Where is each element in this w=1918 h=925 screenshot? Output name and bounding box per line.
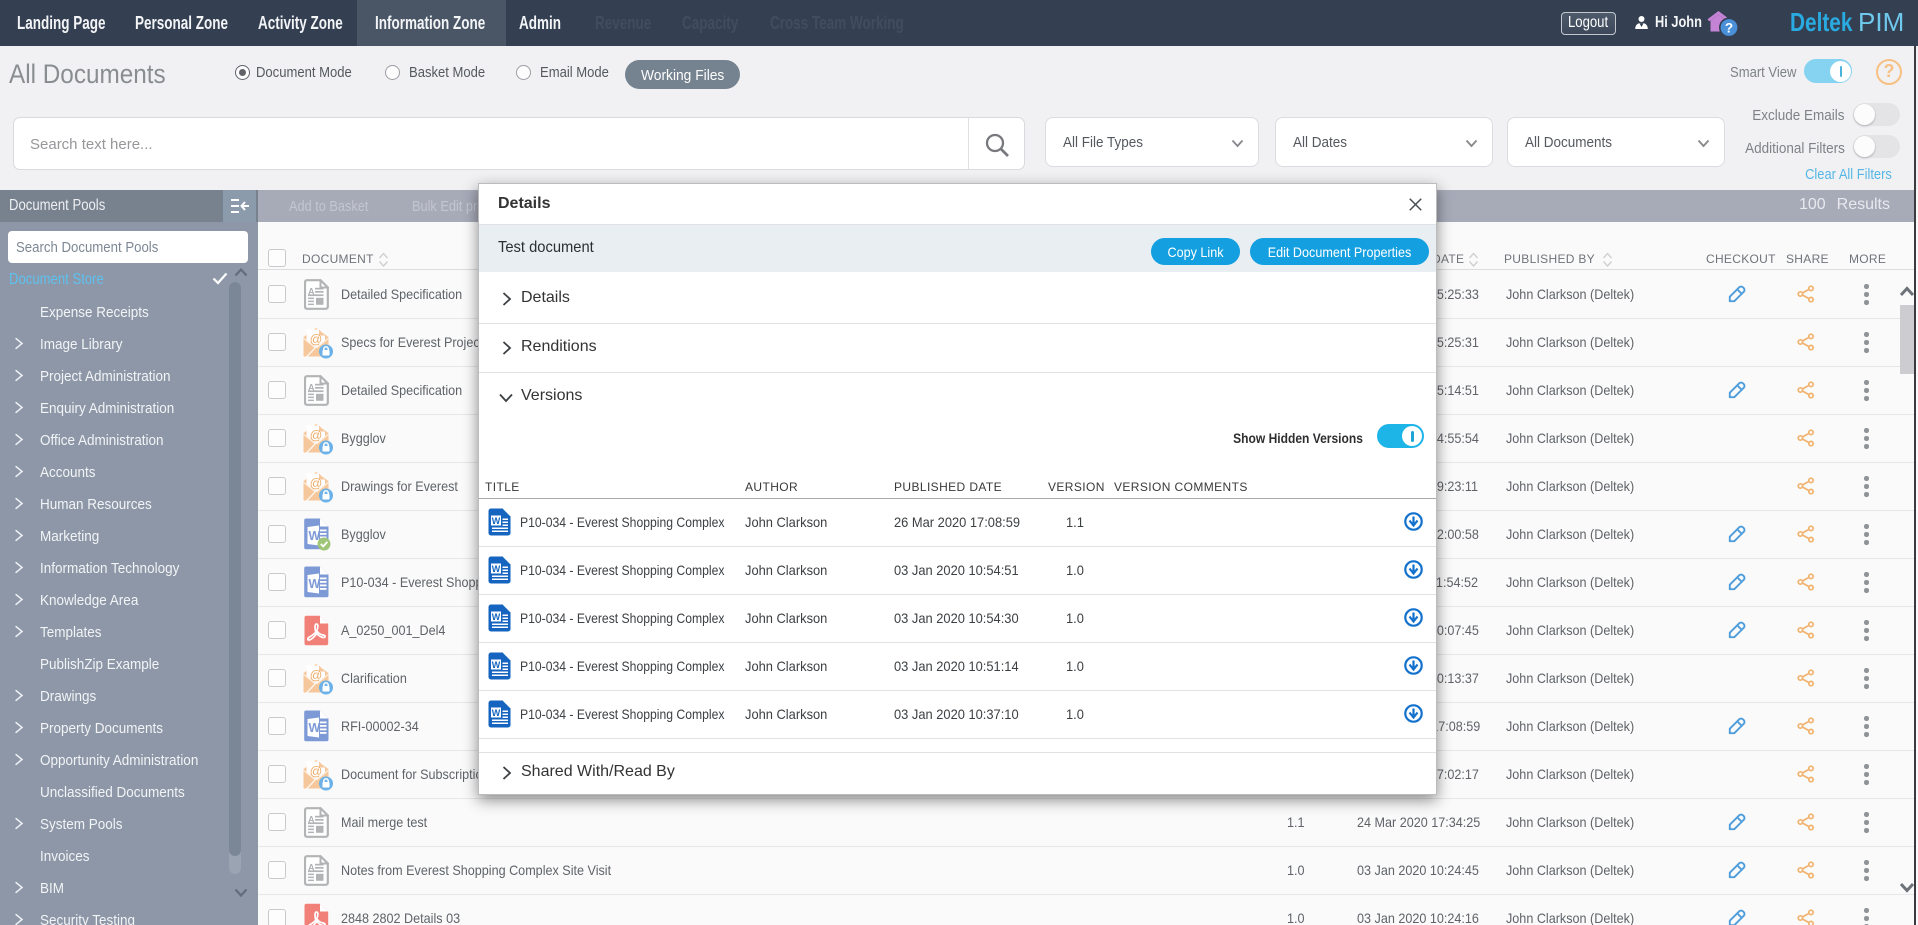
svg-text:W: W <box>492 660 501 670</box>
svg-text:W: W <box>309 577 321 591</box>
svg-text:W: W <box>492 564 501 574</box>
svg-text:W: W <box>309 721 321 735</box>
svg-text:W: W <box>492 612 501 622</box>
svg-text:W: W <box>492 516 501 526</box>
svg-text:W: W <box>492 708 501 718</box>
svg-text:?: ? <box>1725 21 1733 36</box>
